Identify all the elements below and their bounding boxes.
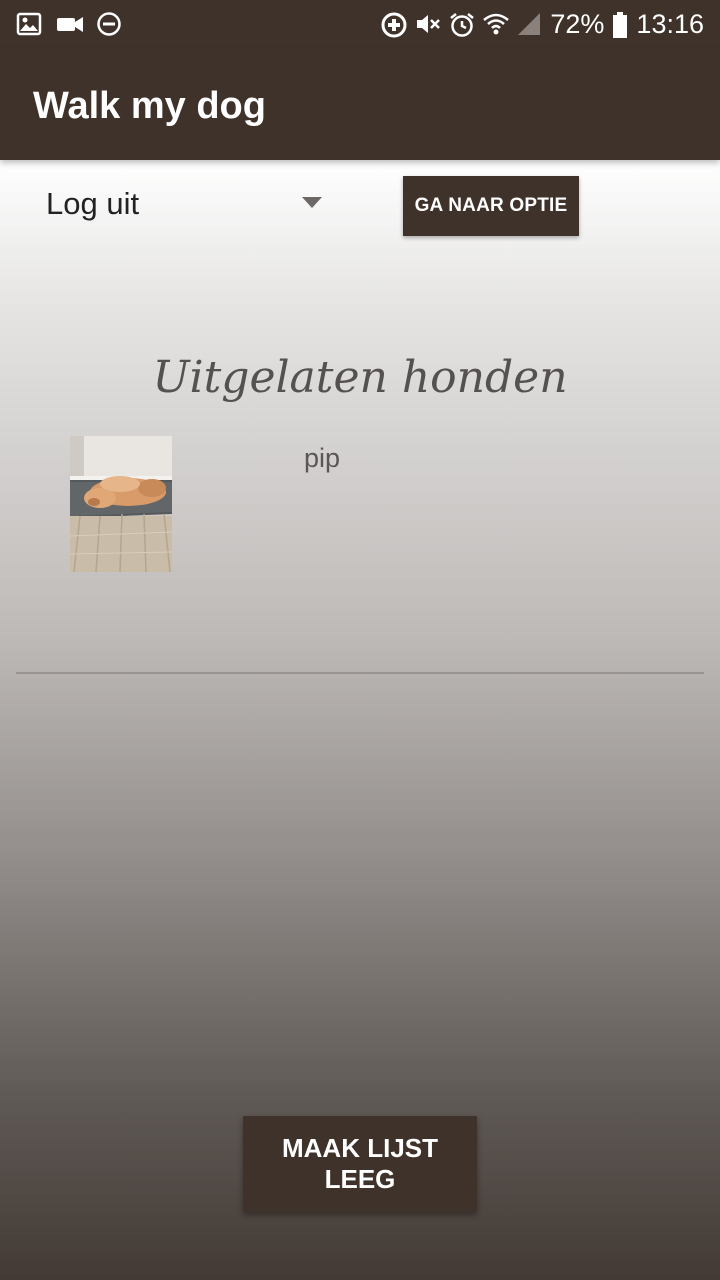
dropdown-selected-value: Log uit (46, 186, 140, 221)
go-to-option-button[interactable]: GA NAAR OPTIE (403, 176, 579, 236)
app-bar: Walk my dog (0, 48, 720, 160)
status-bar: 72% 13:16 (0, 0, 720, 48)
clock: 13:16 (636, 9, 704, 39)
alarm-icon (448, 11, 475, 37)
divider (16, 672, 704, 674)
list-item[interactable]: pip (70, 436, 650, 572)
dropdown-arrow-icon (302, 196, 322, 208)
app-title: Walk my dog (33, 85, 266, 127)
battery-percent: 72% (550, 9, 605, 39)
wifi-icon (482, 11, 510, 37)
walked-dogs-heading: Uitgelaten honden (152, 352, 568, 403)
menu-dropdown[interactable]: Log uit (30, 176, 340, 232)
image-icon (16, 11, 42, 37)
mute-icon (414, 11, 441, 37)
data-saver-icon (380, 11, 407, 38)
screen: 72% 13:16 Walk my dog Log uit GA NAAR OP… (0, 0, 720, 1280)
status-left (16, 0, 122, 48)
battery-icon (612, 11, 628, 38)
status-right: 72% 13:16 (380, 0, 704, 48)
dog-name: pip (304, 443, 341, 473)
signal-icon (516, 11, 542, 37)
video-camera-icon (56, 11, 83, 37)
dog-photo (70, 436, 172, 572)
clear-list-button[interactable]: MAAK LIJST LEEG (243, 1116, 477, 1212)
do-not-disturb-icon (96, 11, 122, 37)
